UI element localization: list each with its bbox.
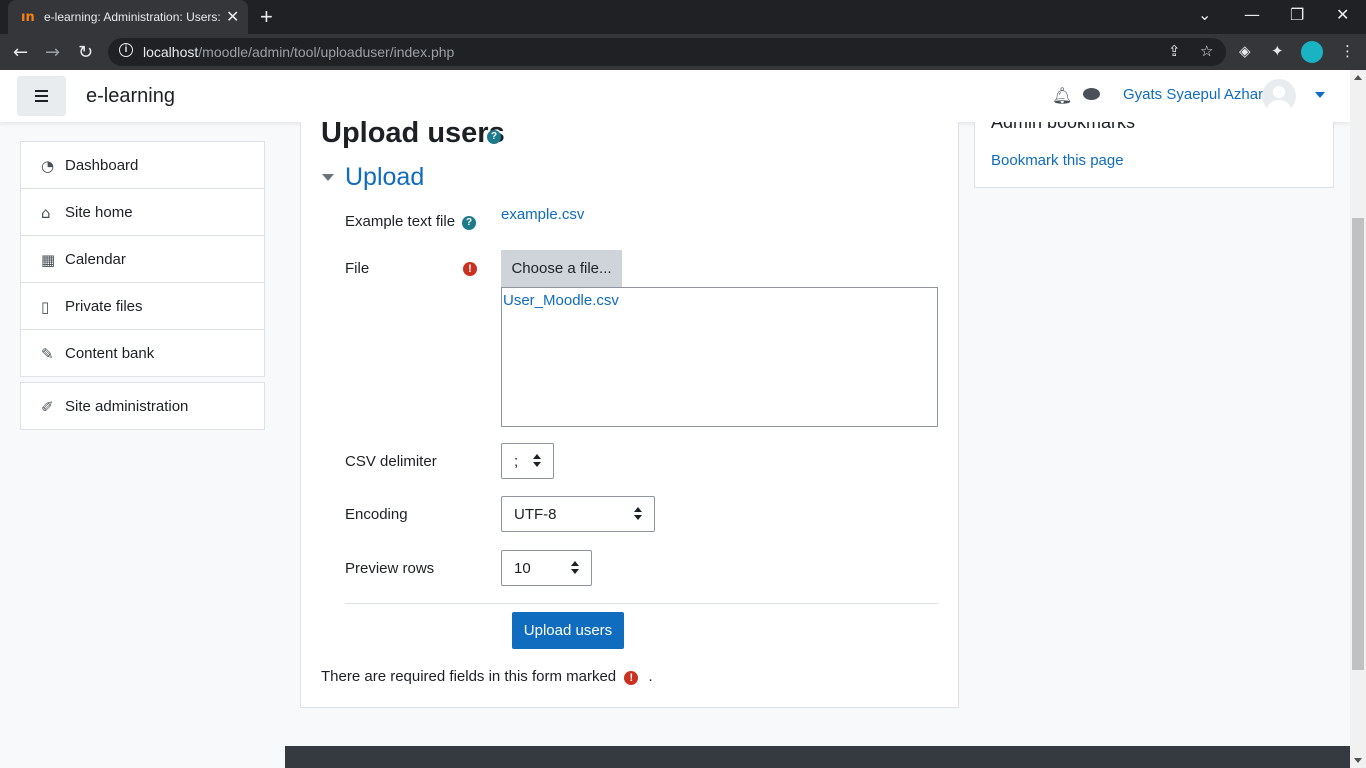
select-arrows-icon xyxy=(571,561,579,575)
collapse-caret-icon[interactable] xyxy=(322,174,334,181)
extensions-puzzle-icon[interactable]: ✦ xyxy=(1271,42,1284,60)
scrollbar-thumb[interactable] xyxy=(1352,218,1364,670)
page-title: Upload users ? xyxy=(321,117,505,149)
required-icon: ! xyxy=(463,262,477,276)
dashboard-icon: ◔ xyxy=(41,157,55,175)
section-header-upload[interactable]: Upload xyxy=(345,163,424,192)
upload-users-button[interactable]: Upload users xyxy=(512,612,624,649)
restore-icon[interactable]: ❐ xyxy=(1290,5,1304,24)
csv-delimiter-label: CSV delimiter xyxy=(345,453,437,470)
encoding-select[interactable]: UTF-8 xyxy=(501,496,655,532)
select-arrows-icon xyxy=(634,507,642,521)
preview-rows-select[interactable]: 10 xyxy=(501,550,592,586)
close-tab-icon[interactable]: ✕ xyxy=(226,7,239,27)
browser-profile-avatar[interactable] xyxy=(1301,41,1323,63)
help-icon[interactable]: ? xyxy=(487,130,501,144)
browser-menu-icon[interactable]: ⋮ xyxy=(1340,42,1355,60)
page-scrollbar[interactable] xyxy=(1350,70,1366,768)
nav-item-calendar[interactable]: ▦ Calendar xyxy=(20,235,265,283)
preview-rows-label: Preview rows xyxy=(345,560,435,577)
notifications-bell-icon[interactable]: 🔔︎ xyxy=(1052,86,1072,105)
csv-delimiter-select[interactable]: ; xyxy=(501,443,554,479)
admin-bookmarks-block: Admin bookmarks Bookmark this page xyxy=(974,122,1334,188)
drawer-toggle-button[interactable] xyxy=(17,76,66,116)
site-brand[interactable]: e-learning xyxy=(86,85,175,108)
file-icon: ▯ xyxy=(41,298,50,316)
new-tab-icon[interactable]: + xyxy=(260,4,273,30)
site-info-icon[interactable]: i xyxy=(119,43,133,57)
form-divider xyxy=(345,603,938,604)
address-bar[interactable]: i localhost/moodle/admin/tool/uploaduser… xyxy=(108,38,1226,66)
nav-item-site-administration[interactable]: ✐ Site administration xyxy=(20,382,265,430)
extension-icon[interactable]: ◈ xyxy=(1239,42,1251,60)
messages-icon[interactable] xyxy=(1083,88,1100,100)
browser-tab[interactable]: ın e-learning: Administration: Users: Ac… xyxy=(8,0,248,34)
nav-item-site-home[interactable]: ⌂ Site home xyxy=(20,188,265,236)
scroll-up-icon[interactable] xyxy=(1354,75,1362,80)
file-drop-area[interactable]: User_Moodle.csv xyxy=(501,287,938,427)
back-icon[interactable]: ← xyxy=(13,42,28,63)
left-nav-drawer: ◔ Dashboard ⌂ Site home ▦ Calendar ▯ Pri… xyxy=(20,141,265,430)
tab-search-icon[interactable]: ⌄ xyxy=(1198,5,1211,24)
calendar-icon: ▦ xyxy=(41,251,56,269)
user-name[interactable]: Gyats Syaepul Azhar xyxy=(1123,86,1263,103)
example-csv-link[interactable]: example.csv xyxy=(501,206,584,223)
nav-item-content-bank[interactable]: ✎ Content bank xyxy=(20,329,265,377)
browser-toolbar: ← → ↻ i localhost/moodle/admin/tool/uplo… xyxy=(0,34,1366,70)
selected-file-name[interactable]: User_Moodle.csv xyxy=(503,292,619,309)
user-menu-caret-icon[interactable] xyxy=(1315,92,1325,98)
choose-file-button[interactable]: Choose a file... xyxy=(501,250,622,288)
example-file-label: Example text file xyxy=(345,213,456,230)
user-avatar[interactable] xyxy=(1262,79,1296,113)
browser-tab-bar: ın e-learning: Administration: Users: Ac… xyxy=(0,0,1366,34)
required-icon: ! xyxy=(624,671,639,685)
reload-icon[interactable]: ↻ xyxy=(78,42,93,63)
paintbrush-icon: ✎ xyxy=(41,345,54,363)
site-navbar: e-learning 🔔︎ Gyats Syaepul Azhar xyxy=(0,70,1350,122)
moodle-favicon-icon: ın xyxy=(21,10,35,25)
share-icon[interactable]: ⇪ xyxy=(1168,42,1181,60)
nav-item-dashboard[interactable]: ◔ Dashboard xyxy=(20,141,265,189)
minimize-icon[interactable]: — xyxy=(1244,5,1260,24)
encoding-label: Encoding xyxy=(345,506,408,523)
block-title: Admin bookmarks xyxy=(991,122,1136,132)
file-label: File xyxy=(345,260,370,277)
window-close-icon[interactable]: ✕ xyxy=(1336,5,1349,24)
nav-item-private-files[interactable]: ▯ Private files xyxy=(20,282,265,330)
home-icon: ⌂ xyxy=(41,204,51,222)
page-footer xyxy=(285,746,1350,768)
bookmark-page-link[interactable]: Bookmark this page xyxy=(991,152,1124,169)
select-arrows-icon xyxy=(533,454,541,468)
bookmark-star-icon[interactable]: ☆ xyxy=(1200,42,1213,60)
forward-icon[interactable]: → xyxy=(45,42,60,63)
browser-tab-title: e-learning: Administration: Users: Accou… xyxy=(44,10,220,24)
wrench-icon: ✐ xyxy=(41,398,54,416)
required-fields-note: There are required fields in this form m… xyxy=(321,668,653,685)
scroll-down-icon[interactable] xyxy=(1354,758,1362,763)
url-text: localhost/moodle/admin/tool/uploaduser/i… xyxy=(143,44,455,60)
example-help-icon[interactable]: ? xyxy=(462,216,476,230)
